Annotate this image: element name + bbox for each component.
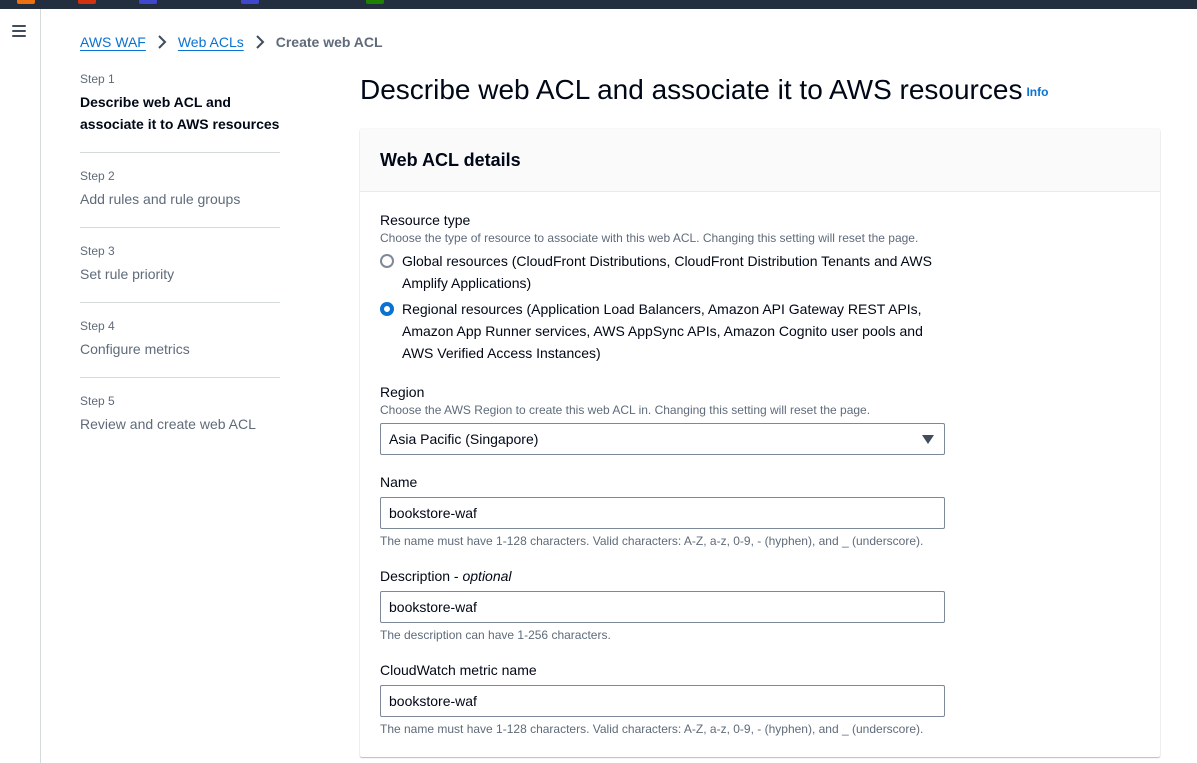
radio-button-unchecked[interactable] xyxy=(380,254,394,268)
breadcrumb-link-aws-waf[interactable]: AWS WAF xyxy=(80,34,146,50)
panel-header: Web ACL details xyxy=(360,129,1160,192)
radio-label: Regional resources (Application Load Bal… xyxy=(402,301,923,361)
radio-button-checked[interactable] xyxy=(380,302,394,316)
name-field: Name The name must have 1-128 characters… xyxy=(380,472,945,549)
service-shortcut-icon[interactable] xyxy=(366,0,384,4)
region-select[interactable]: Asia Pacific (Singapore) xyxy=(380,423,945,455)
step-title[interactable]: Set rule priority xyxy=(80,263,280,285)
service-shortcut-icon[interactable] xyxy=(17,0,35,4)
step-label: Step 3 xyxy=(80,244,115,258)
wizard-step-2[interactable]: Step 2 Add rules and rule groups xyxy=(80,153,280,228)
service-shortcut-icon[interactable] xyxy=(78,0,96,4)
description-constraint-text: The description can have 1-256 character… xyxy=(380,628,611,642)
hamburger-menu-icon[interactable] xyxy=(10,22,30,40)
step-label: Step 4 xyxy=(80,319,115,333)
radio-regional-resources[interactable]: Regional resources (Application Load Bal… xyxy=(380,298,945,364)
description-label: Description - optional xyxy=(380,568,512,584)
breadcrumb: AWS WAF Web ACLs Create web ACL xyxy=(80,31,383,53)
step-title: Describe web ACL and associate it to AWS… xyxy=(80,94,280,132)
resource-type-field: Resource type Choose the type of resourc… xyxy=(380,210,945,364)
step-label: Step 5 xyxy=(80,394,115,408)
optional-marker: optional xyxy=(462,568,512,584)
step-label: Step 1 xyxy=(80,72,115,86)
metric-name-field: CloudWatch metric name The name must hav… xyxy=(380,660,945,737)
description-input[interactable] xyxy=(380,591,945,623)
region-label: Region xyxy=(380,384,425,400)
web-acl-details-panel: Web ACL details Resource type Choose the… xyxy=(360,129,1160,757)
info-link[interactable]: Info xyxy=(1026,85,1048,99)
radio-global-resources[interactable]: Global resources (CloudFront Distributio… xyxy=(380,250,945,294)
resource-type-description: Choose the type of resource to associate… xyxy=(380,231,919,245)
side-navigation-rail xyxy=(0,9,41,763)
name-input[interactable] xyxy=(380,497,945,529)
metric-name-constraint-text: The name must have 1-128 characters. Val… xyxy=(380,722,924,736)
name-constraint-text: The name must have 1-128 characters. Val… xyxy=(380,534,924,548)
region-description: Choose the AWS Region to create this web… xyxy=(380,403,871,417)
breadcrumb-link-web-acls[interactable]: Web ACLs xyxy=(178,34,244,50)
region-selected-value: Asia Pacific (Singapore) xyxy=(389,431,539,447)
step-title[interactable]: Review and create web ACL xyxy=(80,413,280,435)
wizard-step-5[interactable]: Step 5 Review and create web ACL xyxy=(80,378,280,453)
wizard-step-4[interactable]: Step 4 Configure metrics xyxy=(80,303,280,378)
breadcrumb-current: Create web ACL xyxy=(275,34,383,50)
metric-name-input[interactable] xyxy=(380,685,945,717)
panel-title: Web ACL details xyxy=(380,150,521,170)
region-field: Region Choose the AWS Region to create t… xyxy=(380,382,945,455)
top-navigation-bar xyxy=(0,0,1197,9)
description-field: Description - optional The description c… xyxy=(380,566,945,643)
step-label: Step 2 xyxy=(80,169,115,183)
description-label-text: Description xyxy=(380,568,451,584)
wizard-step-1: Step 1 Describe web ACL and associate it… xyxy=(80,71,280,153)
service-shortcut-icon[interactable] xyxy=(241,0,259,4)
chevron-right-icon xyxy=(256,35,265,49)
caret-down-icon xyxy=(922,435,934,444)
service-shortcut-icon[interactable] xyxy=(139,0,157,4)
step-title[interactable]: Configure metrics xyxy=(80,338,280,360)
metric-name-label: CloudWatch metric name xyxy=(380,662,537,678)
resource-type-label: Resource type xyxy=(380,212,471,228)
wizard-step-3[interactable]: Step 3 Set rule priority xyxy=(80,228,280,303)
wizard-steps: Step 1 Describe web ACL and associate it… xyxy=(80,71,280,453)
chevron-right-icon xyxy=(158,35,167,49)
page-title-text: Describe web ACL and associate it to AWS… xyxy=(360,74,1023,105)
step-title[interactable]: Add rules and rule groups xyxy=(80,188,280,210)
page-title: Describe web ACL and associate it to AWS… xyxy=(360,73,1048,109)
radio-label: Global resources (CloudFront Distributio… xyxy=(402,253,932,291)
name-label: Name xyxy=(380,474,418,490)
